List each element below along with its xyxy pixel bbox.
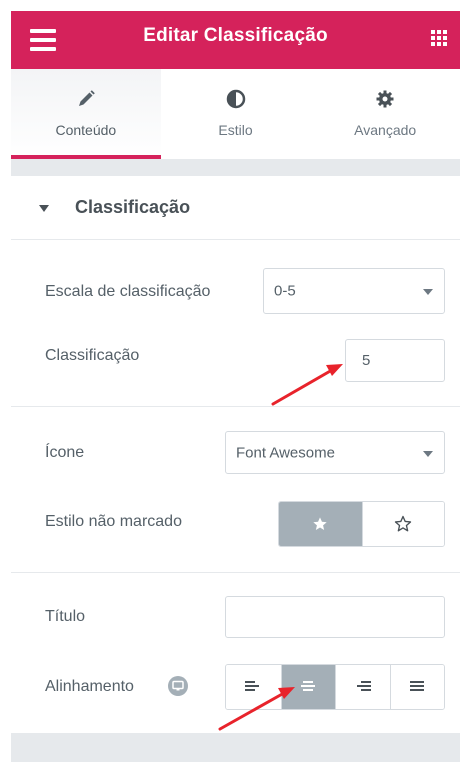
alignment-toggle — [225, 664, 445, 710]
tab-advanced-label: Avançado — [354, 122, 417, 138]
tab-style-label: Estilo — [218, 122, 253, 138]
icon-label: Ícone — [45, 444, 85, 461]
rating-number-input[interactable]: 5 — [345, 339, 445, 382]
icon-library-select[interactable]: Font Awesome — [225, 431, 445, 474]
icon-library-value: Font Awesome — [236, 444, 335, 461]
align-justify-icon — [410, 681, 425, 691]
rating-label: Classificação — [45, 347, 140, 364]
title-input[interactable] — [225, 596, 445, 638]
chevron-down-icon — [423, 289, 433, 295]
tab-style[interactable]: Estilo — [161, 69, 311, 159]
rating-scale-select[interactable]: 0-5 — [263, 268, 445, 314]
section-header[interactable]: Classificação — [11, 176, 460, 240]
section-title: Classificação — [75, 197, 191, 217]
caret-down-icon — [39, 205, 49, 212]
section-gap — [11, 159, 460, 176]
tab-content[interactable]: Conteúdo — [11, 69, 161, 159]
star-solid-option[interactable] — [279, 502, 362, 546]
rating-scale-value: 0-5 — [274, 282, 296, 300]
panel-title: Editar Classificação — [143, 25, 328, 46]
chevron-down-icon — [423, 450, 433, 457]
divider — [11, 572, 460, 573]
align-right-icon — [356, 681, 371, 691]
annotation-arrowhead-rating — [326, 364, 343, 376]
align-justify-option[interactable] — [389, 665, 444, 709]
star-solid-icon — [313, 517, 328, 530]
star-outline-icon — [395, 515, 412, 532]
tab-advanced[interactable]: Avançado — [310, 69, 460, 159]
unmarked-style-label: Estilo não marcado — [45, 513, 182, 530]
editor-header: Editar Classificação — [11, 11, 460, 69]
half-circle-icon — [226, 89, 245, 109]
tab-content-label: Conteúdo — [55, 122, 117, 138]
align-left-icon — [245, 681, 260, 691]
divider — [11, 406, 460, 407]
panel-tabs: Conteúdo Estilo Avançado — [11, 69, 460, 159]
panel-footer-band — [11, 733, 460, 762]
align-right-option[interactable] — [335, 665, 390, 709]
rating-scale-label: Escala de classificação — [45, 283, 211, 300]
unmarked-style-toggle — [278, 501, 445, 547]
align-center-icon — [301, 681, 316, 691]
alignment-label: Alinhamento — [45, 678, 134, 695]
gear-icon — [376, 90, 394, 108]
annotation-arrow-rating — [271, 368, 334, 406]
responsive-help-icon[interactable] — [168, 676, 188, 696]
align-center-option[interactable] — [280, 665, 335, 709]
align-left-option[interactable] — [226, 665, 281, 709]
pencil-icon — [78, 90, 95, 106]
star-outline-option[interactable] — [361, 502, 444, 546]
title-label: Título — [45, 608, 86, 625]
apps-grid-icon[interactable] — [431, 30, 447, 46]
